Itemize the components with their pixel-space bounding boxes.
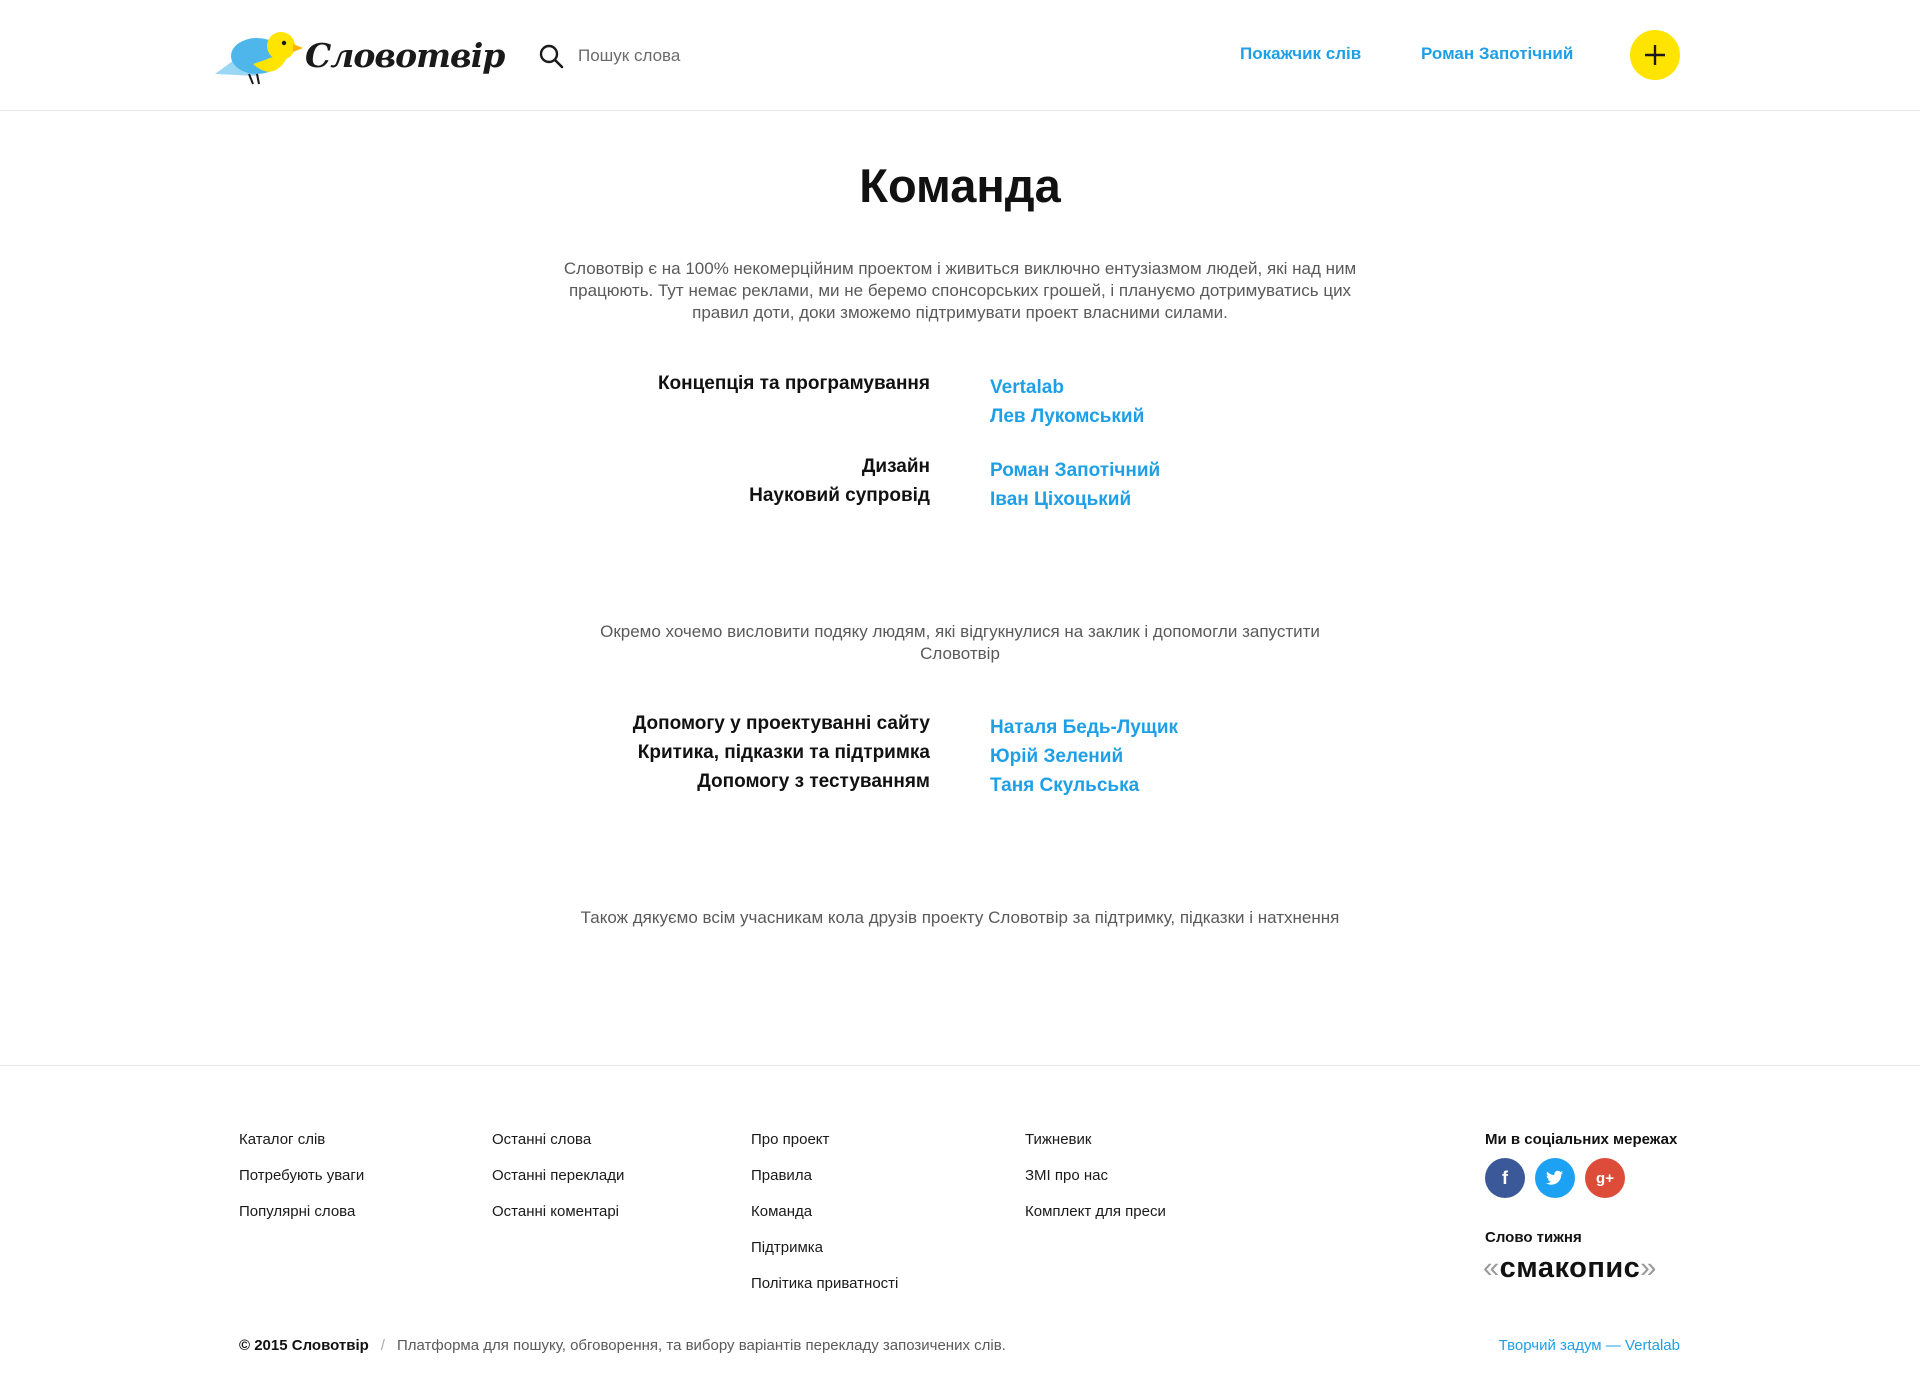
footer-col-project: Про проект Правила Команда Підтримка Пол… — [751, 1122, 898, 1302]
copyright-brand: © 2015 Словотвір — [239, 1337, 369, 1354]
credit-name-link[interactable]: Роман Запотічний — [990, 456, 1160, 485]
credit-names: Іван Ціхоцький — [990, 485, 1131, 514]
nav-user-profile[interactable]: Роман Запотічний — [1421, 44, 1573, 64]
intro-text: Словотвір є на 100% некомерційним проект… — [563, 259, 1357, 322]
credit-role: Концепція та програмування — [657, 373, 930, 394]
credit-name-link[interactable]: Наталя Бедь-Лущик — [990, 713, 1178, 742]
credit-row: Критика, підказки та підтримка Юрій Зеле… — [0, 742, 1920, 771]
thanks-intro-text: Окремо хочемо висловити подяку людям, як… — [600, 622, 1320, 663]
credit-row: Допомогу з тестуванням Таня Скульська — [0, 771, 1920, 800]
team-credits: Концепція та програмування Vertalab Лев … — [0, 373, 1920, 514]
credit-names: Vertalab Лев Лукомський — [990, 373, 1144, 431]
logo-text: Словотвір — [305, 36, 505, 75]
thanks-outro-text: Також дякуємо всім учасникам кола друзів… — [580, 908, 1340, 927]
footer-link[interactable]: Про проект — [751, 1122, 898, 1158]
separator: / — [380, 1337, 385, 1354]
logo[interactable]: Словотвір — [213, 24, 505, 88]
footer-col-catalog: Каталог слів Потребують уваги Популярні … — [239, 1122, 364, 1230]
footer-link[interactable]: Потребують уваги — [239, 1158, 364, 1194]
footer-link[interactable]: Правила — [751, 1158, 898, 1194]
word-of-week-link[interactable]: «смакопис» — [1483, 1252, 1657, 1285]
credit-role: Дизайн — [861, 456, 930, 477]
credit-names: Наталя Бедь-Лущик — [990, 713, 1178, 742]
facebook-icon[interactable]: f — [1485, 1158, 1525, 1198]
credit-row: Допомогу у проектуванні сайту Наталя Бед… — [0, 713, 1920, 742]
footer-link[interactable]: Підтримка — [751, 1230, 898, 1266]
site-footer: Каталог слів Потребують уваги Популярні … — [0, 1065, 1920, 1392]
add-word-button[interactable] — [1630, 30, 1680, 80]
vertalab-credit-link[interactable]: Творчий задум — Vertalab — [1499, 1337, 1680, 1354]
credit-names: Таня Скульська — [990, 771, 1139, 800]
footer-link[interactable]: Останні коментарі — [492, 1194, 624, 1230]
credit-role: Допомогу з тестуванням — [697, 771, 930, 792]
close-quote-icon: » — [1640, 1252, 1657, 1284]
footer-link[interactable]: Каталог слів — [239, 1122, 364, 1158]
footer-link[interactable]: Останні переклади — [492, 1158, 624, 1194]
copyright: © 2015 Словотвір / Платформа для пошуку, о… — [239, 1337, 1006, 1354]
credit-name-link[interactable]: Іван Ціхоцький — [990, 485, 1131, 514]
footer-link[interactable]: Популярні слова — [239, 1194, 364, 1230]
footer-link[interactable]: Політика приватності — [751, 1266, 898, 1302]
credit-row: Дизайн Роман Запотічний — [0, 456, 1920, 485]
credit-name-link[interactable]: Vertalab — [990, 373, 1144, 402]
social-links: f g+ — [1485, 1158, 1625, 1198]
footer-link[interactable]: Останні слова — [492, 1122, 624, 1158]
credit-names: Роман Запотічний — [990, 456, 1160, 485]
footer-link[interactable]: Тижневик — [1025, 1122, 1166, 1158]
tagline: Платформа для пошуку, обговорення, та ви… — [396, 1337, 1006, 1354]
word-of-week: смакопис — [1499, 1252, 1641, 1284]
search-bar — [538, 42, 878, 70]
credit-name-link[interactable]: Лев Лукомський — [990, 402, 1144, 431]
page-title: Команда — [859, 159, 1061, 212]
word-of-week-label: Слово тижня — [1485, 1229, 1582, 1246]
footer-link[interactable]: ЗМІ про нас — [1025, 1158, 1166, 1194]
google-plus-icon[interactable]: g+ — [1585, 1158, 1625, 1198]
credit-role: Науковий супровід — [749, 485, 930, 506]
credit-row: Концепція та програмування Vertalab Лев … — [0, 373, 1920, 456]
site-header: Словотвір Покажчик слів Роман Запотічний — [0, 0, 1920, 111]
credit-role: Допомогу у проектуванні сайту — [632, 713, 930, 734]
footer-link[interactable]: Комплект для преси — [1025, 1194, 1166, 1230]
search-icon[interactable] — [538, 43, 564, 69]
search-input[interactable] — [578, 46, 878, 66]
credit-names: Юрій Зелений — [990, 742, 1123, 771]
footer-link[interactable]: Команда — [751, 1194, 898, 1230]
credit-name-link[interactable]: Юрій Зелений — [990, 742, 1123, 771]
social-title: Ми в соціальних мережах — [1485, 1131, 1678, 1148]
footer-col-press: Тижневик ЗМІ про нас Комплект для преси — [1025, 1122, 1166, 1230]
open-quote-icon: « — [1483, 1252, 1500, 1284]
plus-icon — [1645, 45, 1665, 65]
credit-row: Науковий супровід Іван Ціхоцький — [0, 485, 1920, 514]
bird-logo-icon — [215, 32, 303, 85]
footer-col-recent: Останні слова Останні переклади Останні … — [492, 1122, 624, 1230]
helper-credits: Допомогу у проектуванні сайту Наталя Бед… — [0, 713, 1920, 800]
twitter-icon[interactable] — [1535, 1158, 1575, 1198]
credit-role: Критика, підказки та підтримка — [637, 742, 930, 763]
nav-word-index[interactable]: Покажчик слів — [1240, 44, 1361, 64]
credit-name-link[interactable]: Таня Скульська — [990, 771, 1139, 800]
